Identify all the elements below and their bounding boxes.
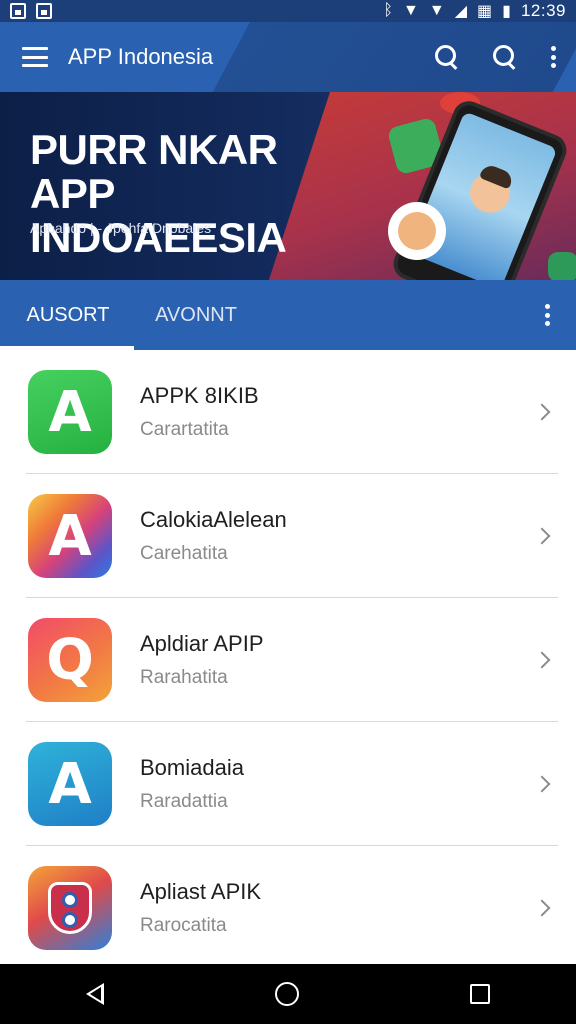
app-icon: Q (28, 618, 112, 702)
list-item[interactable]: Q Apldiar APIP Rarahatita (0, 598, 576, 722)
system-nav-bar (0, 964, 576, 1024)
list-item[interactable]: A Bomiadaia Raradattia (0, 722, 576, 846)
app-icon: A (28, 370, 112, 454)
bluetooth-icon: ᛒ (383, 2, 394, 19)
tab-avonnt[interactable]: AVONNT (136, 280, 256, 350)
chevron-right-icon[interactable] (533, 775, 551, 793)
status-bar: ᛒ ▼ ▼ ◢ ▦ ▮ 12:39 (0, 0, 576, 22)
avatar-sticker-icon (388, 202, 446, 260)
tab-ausort[interactable]: AUSORT (0, 280, 136, 350)
app-subtitle: Carehatita (140, 543, 228, 564)
menu-icon[interactable] (22, 47, 48, 67)
shield-app-icon (28, 866, 112, 950)
app-title: CalokiaAlelean (140, 507, 287, 532)
app-title: APPK 8IKIB (140, 383, 259, 408)
search-icon[interactable] (434, 44, 460, 70)
banner-subtitle: Apbahdo | - Jpehfa Dnobaies (30, 220, 212, 236)
back-icon[interactable] (85, 983, 104, 1005)
app-notification-icon (36, 3, 52, 19)
image-icon (10, 3, 26, 19)
clock: 12:39 (520, 1, 566, 20)
app-subtitle: Rarocatita (140, 915, 227, 936)
app-subtitle: Carartatita (140, 419, 229, 440)
list-item[interactable]: Apliast APIK Rarocatita (0, 846, 576, 970)
app-title: Apldiar APIP (140, 631, 264, 656)
signal-icon: ◢ (454, 3, 468, 20)
list-item[interactable]: A APPK 8IKIB Carartatita (0, 350, 576, 474)
app-icon: A (28, 742, 112, 826)
more-vert-icon[interactable] (550, 46, 556, 68)
tab-bar: AUSORT AVONNT (0, 280, 576, 350)
app-icon: A (28, 494, 112, 578)
app-title: Apliast APIK (140, 879, 262, 904)
wifi-icon: ▼ (428, 2, 445, 19)
app-subtitle: Raradattia (140, 791, 228, 812)
chevron-right-icon[interactable] (533, 527, 551, 545)
app-title: Bomiadaia (140, 755, 244, 780)
banner-title: PURR NKAR APP INDOAEESIA (30, 126, 287, 261)
sticker-icon (548, 252, 576, 280)
more-vert-icon[interactable] (544, 304, 550, 326)
chevron-right-icon[interactable] (533, 403, 551, 421)
wifi-icon: ▼ (403, 2, 419, 19)
app-bar: APP Indonesia (0, 22, 576, 92)
recent-apps-icon[interactable] (470, 984, 491, 1004)
promo-banner[interactable]: PURR NKAR APP INDOAEESIA Apbahdo | - Jpe… (0, 92, 576, 280)
app-list: A APPK 8IKIB Carartatita A CalokiaAlelea… (0, 350, 576, 970)
chevron-right-icon[interactable] (533, 651, 551, 669)
app-subtitle: Rarahatita (140, 667, 228, 688)
data-icon: ▦ (477, 3, 493, 20)
list-item[interactable]: A CalokiaAlelean Carehatita (0, 474, 576, 598)
search-icon[interactable] (492, 44, 518, 70)
app-title: APP Indonesia (68, 44, 214, 69)
home-icon[interactable] (274, 982, 299, 1006)
battery-icon: ▮ (502, 3, 511, 20)
chevron-right-icon[interactable] (533, 899, 551, 917)
